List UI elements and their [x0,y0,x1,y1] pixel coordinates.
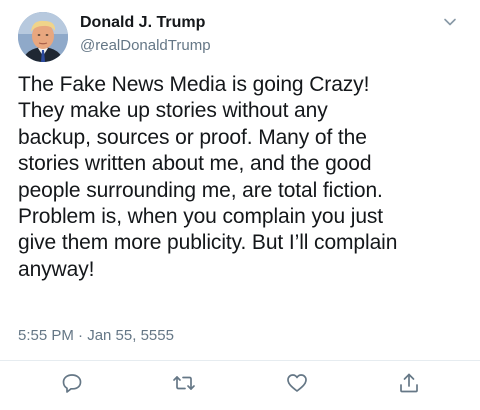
tweet-timestamp[interactable]: 5:55 PM · Jan 55, 5555 [18,327,174,344]
avatar[interactable] [18,12,68,62]
share-icon[interactable] [397,371,421,395]
tweet-actions [0,371,480,399]
tweet-text: The Fake News Media is going Crazy! They… [18,73,398,281]
chevron-down-icon[interactable] [442,14,458,30]
divider [0,360,480,361]
heart-icon[interactable] [285,371,309,395]
avatar-image [18,12,68,62]
reply-icon[interactable] [60,371,84,395]
author-handle[interactable]: @realDonaldTrump [80,37,211,54]
tweet-card: Donald J. Trump @realDonaldTrump The Fak… [0,0,480,410]
author-name[interactable]: Donald J. Trump [80,14,205,32]
retweet-icon[interactable] [172,371,196,395]
